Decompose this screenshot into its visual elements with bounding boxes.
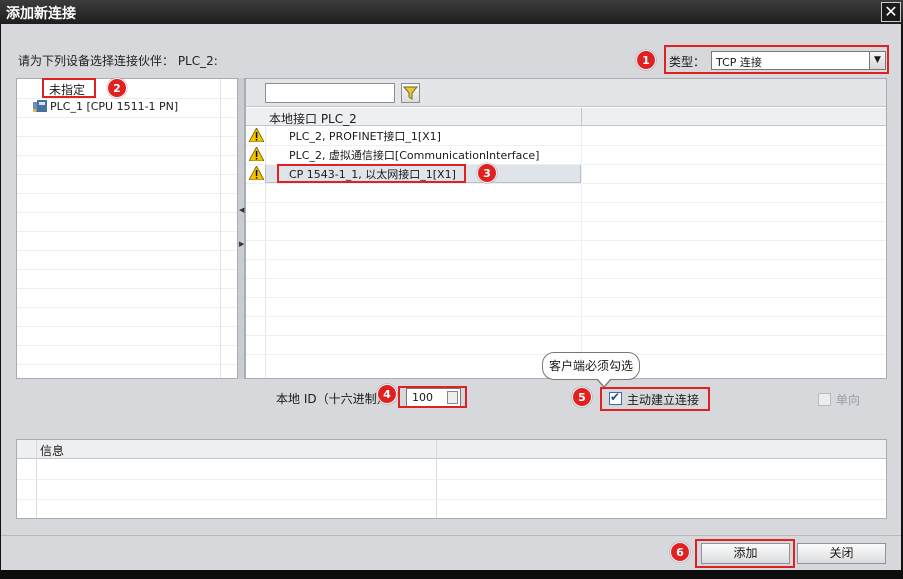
one-way-checkbox[interactable] bbox=[818, 393, 831, 406]
plc-device-icon bbox=[33, 100, 47, 112]
marker-1: 1 bbox=[636, 50, 656, 70]
tree-item-plc1[interactable]: PLC_1 [CPU 1511-1 PN] bbox=[33, 99, 178, 113]
marker-2: 2 bbox=[107, 78, 127, 98]
highlight-box-local-id bbox=[398, 386, 467, 408]
plc1-label: PLC_1 [CPU 1511-1 PN] bbox=[50, 100, 179, 113]
marker-5: 5 bbox=[572, 387, 592, 407]
table-row[interactable]: PLC_2, PROFINET接口_1[X1] bbox=[246, 126, 886, 145]
close-button[interactable]: 关闭 bbox=[797, 543, 886, 564]
highlight-box-active bbox=[600, 387, 710, 411]
funnel-filter-icon bbox=[402, 86, 419, 100]
highlight-box-add bbox=[695, 539, 795, 568]
marker-4: 4 bbox=[377, 384, 397, 404]
marker-6: 6 bbox=[670, 542, 690, 562]
info-panel: 信息 bbox=[16, 439, 887, 519]
warning-icon bbox=[249, 147, 264, 161]
window-title: 添加新连接 bbox=[6, 6, 76, 22]
highlight-box-unassigned bbox=[42, 78, 96, 98]
expand-right-icon[interactable]: ▶ bbox=[239, 240, 244, 248]
device-tree-pane[interactable] bbox=[16, 78, 240, 379]
filter-bar bbox=[246, 79, 886, 107]
collapse-left-icon[interactable]: ◀ bbox=[239, 206, 244, 214]
marker-3: 3 bbox=[477, 163, 497, 183]
hint-callout: 客户端必须勾选 bbox=[542, 352, 640, 380]
partner-prompt: 请为下列设备选择连接伙伴： PLC_2: bbox=[18, 54, 218, 68]
interface-table: 本地接口 PLC_2 PLC_2, PROFINET接口_1[X1] PLC_2… bbox=[245, 78, 887, 379]
close-window-button[interactable]: ✕ bbox=[881, 2, 901, 22]
title-bar: 添加新连接 ✕ bbox=[0, 0, 903, 24]
column-header-local-interface[interactable]: 本地接口 PLC_2 bbox=[246, 108, 886, 126]
one-way-label[interactable]: 单向 bbox=[836, 391, 860, 408]
filter-input[interactable] bbox=[265, 83, 395, 103]
warning-icon bbox=[249, 128, 264, 142]
interface-label: PLC_2, PROFINET接口_1[X1] bbox=[289, 130, 441, 143]
filter-button[interactable] bbox=[401, 83, 420, 103]
table-row[interactable]: PLC_2, 虚拟通信接口[CommunicationInterface] bbox=[246, 145, 886, 164]
highlight-box-type bbox=[664, 45, 889, 74]
info-header: 信息 bbox=[40, 444, 65, 458]
warning-icon bbox=[249, 166, 264, 180]
interface-label: PLC_2, 虚拟通信接口[CommunicationInterface] bbox=[289, 149, 540, 162]
pane-splitter[interactable]: ◀ ▶ bbox=[237, 78, 245, 379]
highlight-box-cp-interface bbox=[277, 164, 466, 183]
